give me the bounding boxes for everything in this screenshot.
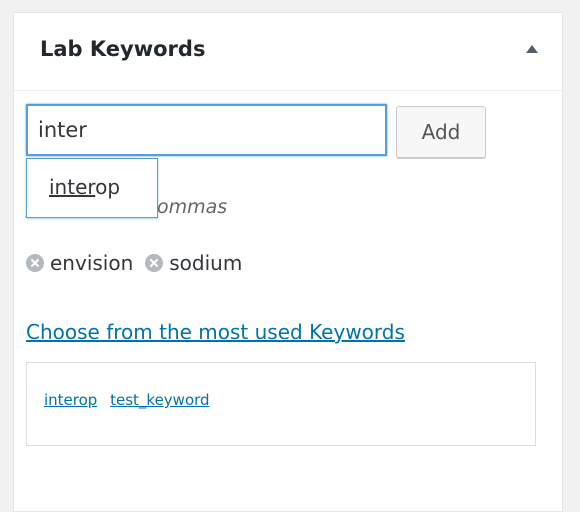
tag-label: sodium bbox=[169, 251, 243, 275]
autocomplete-option[interactable]: interop bbox=[49, 175, 120, 199]
suggestion-rest: op bbox=[95, 175, 121, 199]
most-used-link[interactable]: Choose from the most used Keywords bbox=[26, 320, 405, 344]
autocomplete-dropdown: interop bbox=[26, 158, 158, 218]
remove-circle-icon[interactable] bbox=[145, 254, 164, 272]
tag-item: sodium bbox=[145, 251, 242, 275]
suggestion-match: inter bbox=[49, 175, 96, 199]
tag-list: envision sodium bbox=[26, 250, 254, 276]
panel-toggle-button[interactable] bbox=[510, 27, 554, 71]
panel-header: Lab Keywords bbox=[14, 13, 562, 91]
tag-cloud-links: interop test_keyword bbox=[44, 391, 218, 409]
tag-item: envision bbox=[26, 251, 133, 275]
remove-circle-icon[interactable] bbox=[26, 254, 44, 272]
panel-title: Lab Keywords bbox=[40, 37, 206, 61]
keyword-input[interactable] bbox=[26, 104, 387, 156]
tag-cloud-link[interactable]: test_keyword bbox=[110, 391, 209, 409]
tag-cloud: interop test_keyword bbox=[26, 362, 536, 446]
triangle-up-icon bbox=[526, 45, 538, 53]
tag-cloud-link[interactable]: interop bbox=[44, 391, 97, 409]
tag-label: envision bbox=[50, 251, 134, 275]
add-button[interactable]: Add bbox=[396, 106, 486, 158]
